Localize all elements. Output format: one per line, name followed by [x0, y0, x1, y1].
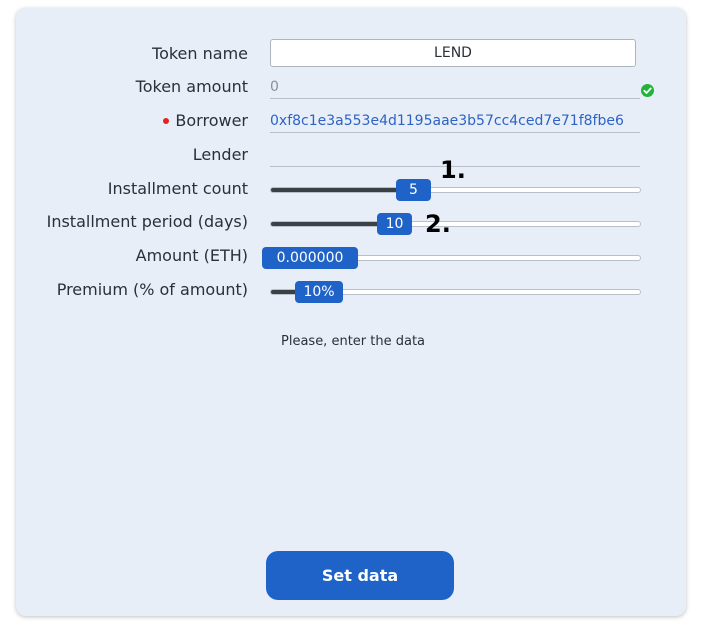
borrower-label: Borrower — [8, 111, 248, 130]
installment-period-handle[interactable]: 10 — [377, 213, 412, 235]
token-amount-label: Token amount — [135, 77, 248, 96]
status-message: Please, enter the data — [281, 334, 426, 349]
amount-eth-handle[interactable]: 0.000000 — [262, 247, 358, 269]
token-name-label: Token name — [152, 44, 248, 63]
lender-label: Lender — [192, 145, 248, 164]
premium-label: Premium (% of amount) — [56, 280, 248, 299]
installment-count-label: Installment count — [107, 179, 248, 198]
amount-eth-label: Amount (ETH) — [135, 246, 248, 265]
installment-count-slider[interactable]: 5 — [270, 179, 641, 201]
token-amount-placeholder: 0 — [270, 79, 279, 95]
token-name-input[interactable]: LEND — [270, 39, 636, 67]
annotation-2: 2. — [425, 210, 451, 238]
amount-eth-slider[interactable]: 0.000000 — [262, 247, 641, 269]
check-circle-icon — [641, 84, 654, 97]
borrower-address: 0xf8c1e3a553e4d1195aae3b57cc4ced7e71f8fb… — [270, 113, 624, 129]
borrower-input[interactable]: 0xf8c1e3a553e4d1195aae3b57cc4ced7e71f8fb… — [270, 110, 640, 133]
required-indicator — [163, 117, 170, 124]
installment-period-slider[interactable]: 10 — [270, 213, 641, 235]
annotation-1: 1. — [440, 156, 466, 184]
premium-slider[interactable]: 10% — [270, 281, 641, 303]
premium-handle[interactable]: 10% — [295, 281, 343, 303]
form-card: Token name LEND Token amount 0 Borrower … — [16, 8, 686, 616]
borrower-label-text: Borrower — [175, 111, 248, 130]
slider-fill — [271, 188, 416, 192]
set-data-button[interactable]: Set data — [266, 551, 454, 600]
token-amount-input[interactable]: 0 — [270, 76, 640, 99]
installment-period-label: Installment period (days) — [46, 212, 248, 231]
installment-count-handle[interactable]: 5 — [396, 179, 431, 201]
